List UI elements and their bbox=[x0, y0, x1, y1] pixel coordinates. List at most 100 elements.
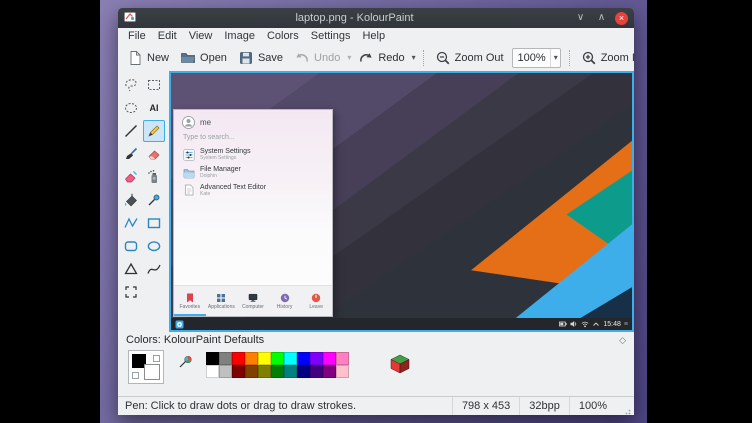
palette-swatch[interactable] bbox=[297, 352, 310, 365]
tool-text[interactable]: AI bbox=[143, 97, 165, 119]
tool-rectangular-selection[interactable] bbox=[143, 74, 165, 96]
tool-flood-fill[interactable] bbox=[120, 189, 142, 211]
open-folder-icon bbox=[180, 50, 196, 66]
open-button-label: Open bbox=[200, 52, 227, 64]
screenshot-taskbar: 15:48 ≡ bbox=[171, 318, 632, 330]
palette-swatch[interactable] bbox=[219, 365, 232, 378]
tool-spraycan[interactable] bbox=[143, 166, 165, 188]
tool-line[interactable] bbox=[120, 120, 142, 142]
minimize-button[interactable]: ∨ bbox=[573, 11, 588, 26]
color-eraser-icon bbox=[123, 169, 139, 185]
menu-image[interactable]: Image bbox=[218, 29, 261, 43]
redo-dropdown-arrow[interactable]: ▾ bbox=[411, 51, 417, 64]
menu-settings[interactable]: Settings bbox=[305, 29, 357, 43]
ellipse-selection-icon bbox=[123, 100, 139, 116]
tool-polygon[interactable] bbox=[120, 258, 142, 280]
free-form-selection-icon bbox=[123, 77, 139, 93]
zoom-out-button[interactable]: Zoom Out bbox=[430, 48, 509, 68]
tool-brush[interactable] bbox=[120, 143, 142, 165]
history-clock-icon bbox=[280, 293, 290, 303]
titlebar: laptop.png - KolourPaint ∨ ∧ × bbox=[118, 8, 634, 28]
launcher-item-system-settings: System SettingsSystem Settings bbox=[174, 146, 332, 164]
text-editor-icon bbox=[183, 184, 195, 196]
palette-swatch[interactable] bbox=[206, 352, 219, 365]
launcher-tab-bar: Favorites Applications Computer His bbox=[174, 285, 332, 316]
status-bar: Pen: Click to draw dots or drag to draw … bbox=[118, 396, 634, 415]
palette-swatch[interactable] bbox=[271, 352, 284, 365]
palette-swatch[interactable] bbox=[336, 352, 349, 365]
dock-float-button[interactable]: ◇ bbox=[619, 335, 626, 346]
tool-pen[interactable] bbox=[143, 120, 165, 142]
palette-swatch[interactable] bbox=[232, 352, 245, 365]
save-button[interactable]: Save bbox=[233, 48, 288, 68]
tool-ellipse[interactable] bbox=[143, 235, 165, 257]
palette-swatch[interactable] bbox=[258, 365, 271, 378]
palette-swatch[interactable] bbox=[297, 365, 310, 378]
palette-swatch[interactable] bbox=[310, 365, 323, 378]
menu-file[interactable]: File bbox=[122, 29, 152, 43]
palette-swatch[interactable] bbox=[323, 365, 336, 378]
zoom-level-select[interactable]: 100% ▾ bbox=[512, 48, 561, 68]
colors-dock-body bbox=[118, 348, 634, 396]
launcher-tab-label: Computer bbox=[242, 304, 264, 310]
system-tray: 15:48 ≡ bbox=[559, 320, 628, 328]
redo-icon bbox=[358, 50, 374, 66]
launcher-tab-label: Favorites bbox=[180, 304, 201, 310]
palette-swatch[interactable] bbox=[206, 365, 219, 378]
undo-dropdown-arrow[interactable]: ▾ bbox=[346, 51, 352, 64]
tool-eraser[interactable] bbox=[143, 143, 165, 165]
launcher-username: me bbox=[200, 118, 211, 127]
menu-view[interactable]: View bbox=[183, 29, 219, 43]
color-palette bbox=[206, 352, 349, 378]
undo-button[interactable]: Undo bbox=[289, 48, 345, 68]
app-launcher-menu: me Type to search... System SettingsSyst… bbox=[173, 109, 333, 317]
foreground-background-color-box[interactable] bbox=[128, 350, 164, 384]
palette-swatch[interactable] bbox=[310, 352, 323, 365]
launcher-header: me bbox=[174, 110, 332, 131]
status-right: 798 x 453 32bpp 100% bbox=[452, 397, 634, 415]
palette-swatch[interactable] bbox=[284, 365, 297, 378]
menu-edit[interactable]: Edit bbox=[152, 29, 183, 43]
open-button[interactable]: Open bbox=[175, 48, 232, 68]
tool-curve[interactable] bbox=[143, 258, 165, 280]
tool-color-eraser[interactable] bbox=[120, 166, 142, 188]
new-button[interactable]: New bbox=[122, 48, 174, 68]
menu-colors[interactable]: Colors bbox=[261, 29, 305, 43]
launcher-tab-label: Applications bbox=[208, 304, 235, 310]
tool-free-form-selection[interactable] bbox=[120, 74, 142, 96]
tool-rectangle[interactable] bbox=[143, 212, 165, 234]
color-similarity-icon[interactable] bbox=[176, 354, 194, 370]
resize-grip[interactable] bbox=[616, 397, 634, 415]
menubar: File Edit View Image Colors Settings Hel… bbox=[118, 28, 634, 44]
color-picker-icon bbox=[146, 192, 162, 208]
redo-button[interactable]: Redo bbox=[353, 48, 409, 68]
tool-zoom[interactable] bbox=[120, 281, 142, 303]
tool-connected-lines[interactable] bbox=[120, 212, 142, 234]
palette-swatch[interactable] bbox=[271, 365, 284, 378]
close-button[interactable]: × bbox=[615, 12, 628, 25]
kolourpaint-window: laptop.png - KolourPaint ∨ ∧ × File Edit… bbox=[118, 8, 634, 415]
applications-grid-icon bbox=[216, 293, 226, 303]
tool-color-picker[interactable] bbox=[143, 189, 165, 211]
tool-elliptical-selection[interactable] bbox=[120, 97, 142, 119]
user-avatar-icon bbox=[182, 116, 195, 129]
canvas-viewport[interactable]: me Type to search... System SettingsSyst… bbox=[169, 71, 634, 332]
toolbar-separator bbox=[569, 50, 570, 66]
palette-swatch[interactable] bbox=[323, 352, 336, 365]
maximize-button[interactable]: ∧ bbox=[594, 11, 609, 26]
launcher-item-sublabel: Dolphin bbox=[200, 174, 241, 180]
redo-button-label: Redo bbox=[378, 52, 404, 64]
palette-swatch[interactable] bbox=[258, 352, 271, 365]
colors-dock-title: Colors: KolourPaint Defaults bbox=[126, 334, 264, 346]
palette-swatch[interactable] bbox=[245, 365, 258, 378]
new-document-icon bbox=[127, 50, 143, 66]
palette-swatch[interactable] bbox=[336, 365, 349, 378]
colors-dock: Colors: KolourPaint Defaults ◇ bbox=[118, 332, 634, 396]
tool-rounded-rectangle[interactable] bbox=[120, 235, 142, 257]
palette-swatch[interactable] bbox=[245, 352, 258, 365]
palette-swatch[interactable] bbox=[219, 352, 232, 365]
menu-help[interactable]: Help bbox=[356, 29, 391, 43]
palette-swatch[interactable] bbox=[232, 365, 245, 378]
zoom-in-button[interactable]: Zoom In bbox=[576, 48, 634, 68]
palette-swatch[interactable] bbox=[284, 352, 297, 365]
